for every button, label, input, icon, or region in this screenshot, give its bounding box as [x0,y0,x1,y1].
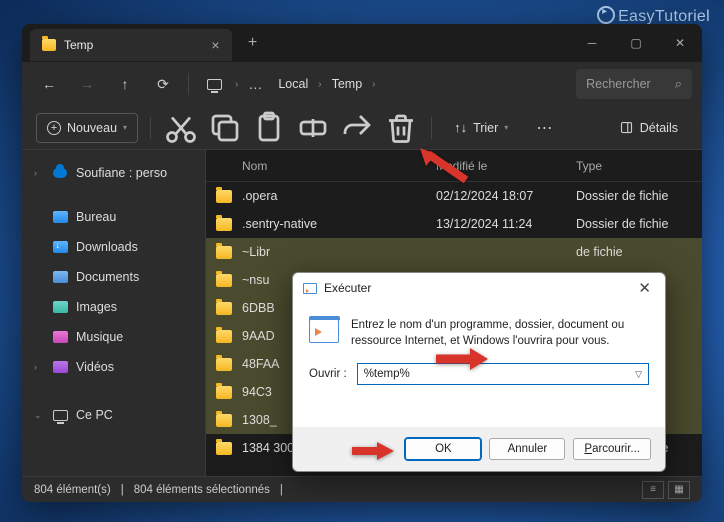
statusbar: 804 élément(s) | 804 éléments sélectionn… [22,476,702,502]
table-row[interactable]: ~Librde fichie [206,238,702,266]
paste-icon[interactable] [251,113,287,143]
table-row[interactable]: .sentry-native13/12/2024 11:24Dossier de… [206,210,702,238]
folder-icon [42,39,56,51]
table-row[interactable]: .opera02/12/2024 18:07Dossier de fichie [206,182,702,210]
status-count: 804 élément(s) [34,484,111,496]
dialog-title: Exécuter [324,281,371,295]
minimize-button[interactable]: ─ [570,24,614,62]
view-grid-icon[interactable]: ▦ [668,481,690,499]
ok-button[interactable]: OK [405,438,481,460]
toolbar: + Nouveau ▾ ↑↓ Trier ▾ ⋯ Détails [22,106,702,150]
open-input[interactable]: %temp% ▽ [357,363,649,385]
maximize-button[interactable]: ▢ [614,24,658,62]
search-input[interactable]: Rechercher ⌕ [576,69,692,99]
new-button[interactable]: + Nouveau ▾ [36,113,138,143]
dropdown-icon[interactable]: ▽ [635,369,642,380]
sidebar-documents[interactable]: Documents [26,262,201,292]
open-label: Ouvrir : [309,368,347,380]
tab-close-icon[interactable]: × [211,37,219,53]
up-button[interactable]: ↑ [108,69,142,99]
run-icon [303,283,317,294]
status-selected: 804 éléments sélectionnés [134,484,270,496]
delete-icon[interactable] [383,113,419,143]
sidebar-downloads[interactable]: Downloads [26,232,201,262]
dialog-close-icon[interactable]: ✕ [634,279,655,297]
view-list-icon[interactable]: ≡ [642,481,664,499]
sidebar-videos[interactable]: ›Vidéos [26,352,201,382]
cancel-button[interactable]: Annuler [489,438,565,460]
breadcrumb-temp[interactable]: Temp [326,77,369,91]
breadcrumb-overflow[interactable]: … [242,76,268,92]
cut-icon[interactable] [163,113,199,143]
titlebar: Temp × + ─ ▢ ✕ [22,24,702,62]
back-button[interactable]: ← [32,69,66,99]
dialog-titlebar: Exécuter ✕ [293,273,665,303]
rename-icon[interactable] [295,113,331,143]
sidebar-thispc[interactable]: ⌄Ce PC [26,400,201,430]
details-button[interactable]: Détails [609,113,688,143]
sidebar-onedrive[interactable]: ›Soufiane : perso [26,158,201,188]
watermark: EasyTutoriel [597,6,710,26]
more-icon[interactable]: ⋯ [526,113,562,143]
navbar: ← → ↑ ⟳ › … Local › Temp › Rechercher ⌕ [22,62,702,106]
close-button[interactable]: ✕ [658,24,702,62]
sidebar-images[interactable]: Images [26,292,201,322]
refresh-button[interactable]: ⟳ [146,69,180,99]
tab-title: Temp [64,38,93,52]
browse-button[interactable]: Parcourir... [573,438,651,460]
forward-button[interactable]: → [70,69,104,99]
list-header[interactable]: Nom Modifié le Type [206,150,702,182]
sidebar: ›Soufiane : perso Bureau Downloads Docum… [22,150,206,476]
share-icon[interactable] [339,113,375,143]
sidebar-music[interactable]: Musique [26,322,201,352]
sidebar-desktop[interactable]: Bureau [26,202,201,232]
new-tab-button[interactable]: + [238,34,268,52]
pc-icon[interactable] [197,69,231,99]
copy-icon[interactable] [207,113,243,143]
run-dialog: Exécuter ✕ Entrez le nom d'un programme,… [292,272,666,472]
search-icon: ⌕ [675,76,682,92]
breadcrumb-local[interactable]: Local [272,77,314,91]
sort-button[interactable]: ↑↓ Trier ▾ [444,113,518,143]
dialog-description: Entrez le nom d'un programme, dossier, d… [351,317,649,349]
run-large-icon [309,319,339,343]
tab-temp[interactable]: Temp × [30,29,232,61]
